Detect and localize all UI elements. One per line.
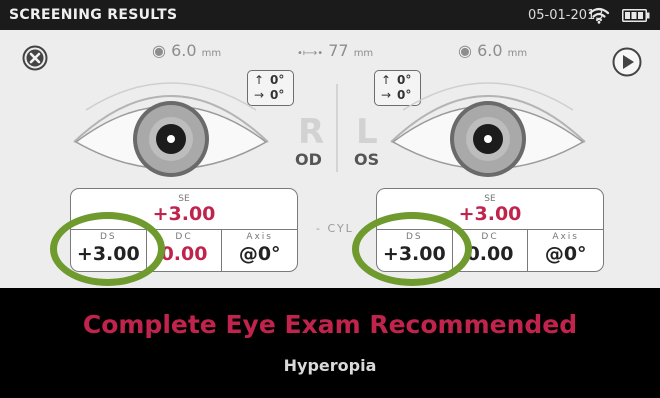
axis-label: Axis bbox=[552, 232, 580, 242]
pupil-size-value: 6.0 bbox=[477, 41, 503, 60]
pupil-icon: ◉ bbox=[458, 41, 472, 60]
screen-title: SCREENING RESULTS bbox=[9, 7, 178, 23]
ds-cell: DS +3.00 bbox=[377, 230, 453, 271]
pupil-distance-unit: mm bbox=[353, 48, 374, 59]
dc-label: DC bbox=[175, 232, 193, 242]
prescription-values: DS +3.00 DC 0.00 Axis @0° bbox=[377, 229, 603, 271]
pupil-size-right: ◉ 6.0 mm bbox=[458, 41, 527, 60]
status-bar: SCREENING RESULTS 05-01-2013 bbox=[0, 0, 660, 30]
pupil-distance: •⟼• 77 mm bbox=[297, 41, 373, 60]
wifi-icon bbox=[588, 7, 610, 24]
diagnosis-text: Hyperopia bbox=[283, 356, 377, 375]
battery-icon bbox=[622, 9, 650, 22]
os-label: OS bbox=[354, 150, 380, 169]
pupil-size-value: 6.0 bbox=[171, 41, 197, 60]
prescription-card-right-eye: SE +3.00 DS +3.00 DC 0.00 Axis @0° bbox=[70, 188, 298, 272]
axis-value: @0° bbox=[238, 243, 281, 265]
prescription-card-left-eye: SE +3.00 DS +3.00 DC 0.00 Axis @0° bbox=[376, 188, 604, 272]
dc-value: 0.00 bbox=[466, 243, 514, 265]
eye-divider bbox=[336, 84, 338, 172]
ds-value: +3.00 bbox=[76, 243, 140, 265]
ds-cell: DS +3.00 bbox=[71, 230, 147, 271]
eye-illustration-right bbox=[73, 82, 269, 177]
ds-label: DS bbox=[406, 232, 423, 242]
distance-icon: •⟼• bbox=[297, 48, 324, 59]
close-icon[interactable] bbox=[22, 45, 48, 71]
dc-cell: DC 0.00 bbox=[453, 230, 529, 271]
dc-label: DC bbox=[481, 232, 499, 242]
se-value: +3.00 bbox=[458, 203, 522, 225]
se-value: +3.00 bbox=[152, 203, 216, 225]
prescription-values: DS +3.00 DC 0.00 Axis @0° bbox=[71, 229, 297, 271]
axis-label: Axis bbox=[246, 232, 274, 242]
right-eye-letter: R bbox=[298, 112, 325, 152]
recommendation-text: Complete Eye Exam Recommended bbox=[82, 310, 578, 339]
od-label: OD bbox=[295, 150, 322, 169]
pupil-size-unit: mm bbox=[507, 48, 528, 59]
dc-value: 0.00 bbox=[160, 243, 208, 265]
axis-cell: Axis @0° bbox=[528, 230, 603, 271]
dc-cell: DC 0.00 bbox=[147, 230, 223, 271]
results-panel: ◉ 6.0 mm •⟼• 77 mm ◉ 6.0 mm ↑ 0° → 0° ↑ … bbox=[0, 30, 660, 288]
pupil-icon: ◉ bbox=[152, 41, 166, 60]
play-icon[interactable] bbox=[612, 47, 642, 77]
axis-cell: Axis @0° bbox=[222, 230, 297, 271]
cyl-mode-label: - CYL bbox=[316, 222, 354, 235]
ds-value: +3.00 bbox=[382, 243, 446, 265]
axis-value: @0° bbox=[544, 243, 587, 265]
left-eye-letter: L bbox=[356, 112, 378, 152]
pupil-size-left: ◉ 6.0 mm bbox=[152, 41, 221, 60]
pupil-size-unit: mm bbox=[201, 48, 222, 59]
eye-illustration-left bbox=[390, 82, 586, 177]
ds-label: DS bbox=[100, 232, 117, 242]
pupil-distance-value: 77 bbox=[328, 41, 349, 60]
